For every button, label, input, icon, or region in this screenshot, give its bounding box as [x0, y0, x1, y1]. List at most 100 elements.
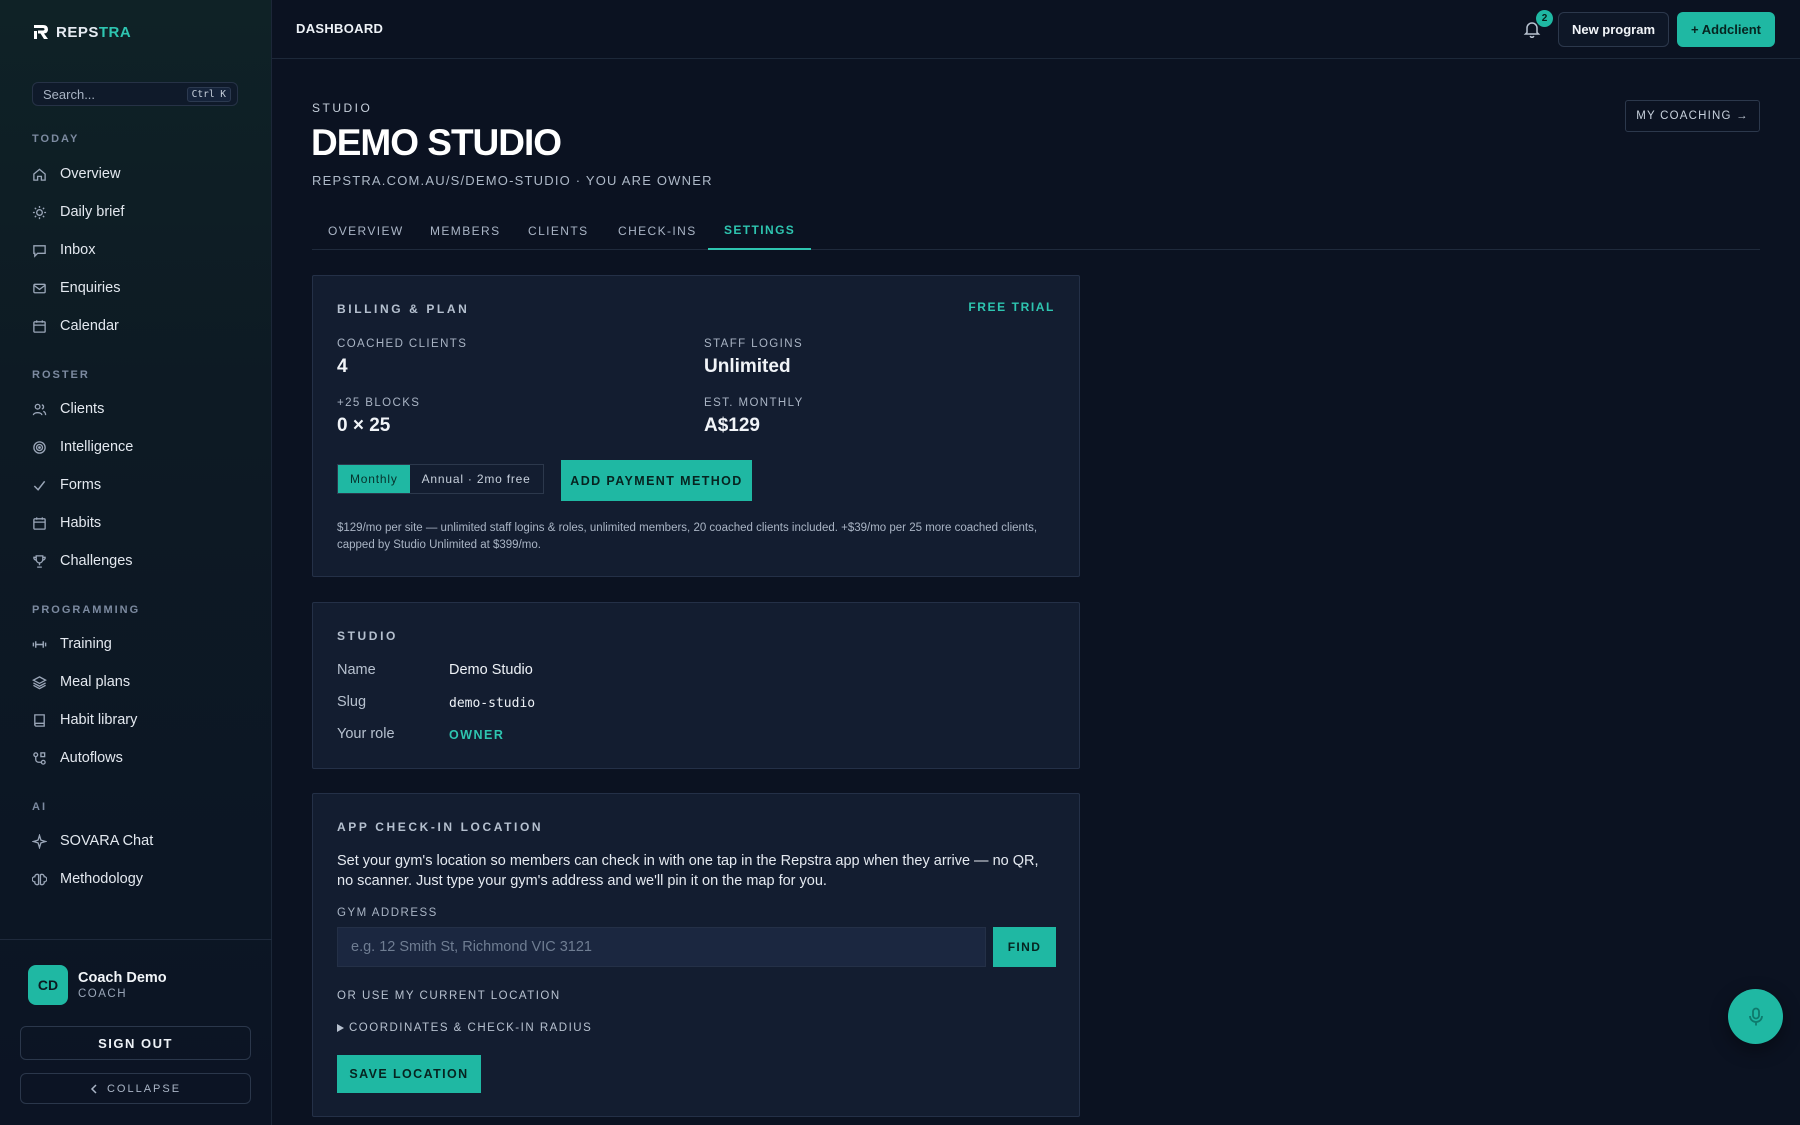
sign-out-button[interactable]: SIGN OUT	[20, 1026, 251, 1060]
sidebar-item-intelligence[interactable]: Intelligence	[32, 432, 252, 462]
layers-icon	[32, 675, 47, 690]
sidebar-item-label: Calendar	[60, 318, 119, 334]
sidebar-item-label: Habit library	[60, 712, 138, 728]
page-title: DEMO STUDIO	[311, 122, 562, 163]
caret-right-icon	[337, 1024, 344, 1032]
chevron-left-icon	[90, 1083, 97, 1094]
sidebar-item-overview[interactable]: Overview	[32, 159, 252, 189]
sparkle-icon	[32, 833, 47, 849]
billing-note: $129/mo per site — unlimited staff login…	[337, 522, 1038, 551]
studio-card-title: STUDIO	[337, 629, 398, 643]
location-description: Set your gym's location so members can c…	[337, 853, 1039, 889]
sidebar-item-label: Training	[60, 636, 112, 652]
sidebar-item-challenges[interactable]: Challenges	[32, 546, 252, 576]
sun-icon	[32, 205, 47, 220]
monthly-option[interactable]: Monthly	[338, 465, 410, 493]
user-card[interactable]: CD Coach Demo COACH	[28, 965, 167, 1005]
sidebar-item-label: Clients	[60, 401, 105, 417]
sidebar-item-sovara-chat[interactable]: SOVARA Chat	[32, 826, 252, 856]
stat-value-est-monthly: A$129	[704, 415, 760, 436]
tab-members[interactable]: MEMBERS	[414, 212, 516, 250]
billing-title: BILLING & PLAN	[337, 302, 470, 316]
sidebar-item-label: Intelligence	[60, 439, 134, 455]
sidebar-item-daily-brief[interactable]: Daily brief	[32, 197, 252, 227]
sidebar-item-label: Forms	[60, 477, 102, 493]
tab-check-ins[interactable]: CHECK-INS	[602, 212, 713, 250]
notification-badge: 2	[1536, 10, 1553, 27]
stat-value-staff-logins: Unlimited	[704, 356, 791, 377]
sidebar-item-clients[interactable]: Clients	[32, 394, 252, 424]
sidebar-item-meal-plans[interactable]: Meal plans	[32, 667, 252, 697]
stat-value-blocks: 0 × 25	[337, 415, 391, 436]
find-button[interactable]: FIND	[993, 927, 1056, 967]
plan-badge: FREE TRIAL	[968, 300, 1055, 314]
coordinates-toggle-label: COORDINATES & CHECK-IN RADIUS	[349, 1022, 593, 1034]
trophy-icon	[32, 554, 47, 569]
tab-overview[interactable]: OVERVIEW	[312, 212, 420, 250]
sidebar-item-enquiries[interactable]: Enquiries	[32, 273, 252, 303]
brand-name: REPSTRA	[56, 23, 132, 41]
my-coaching-button[interactable]: MY COACHING →	[1625, 100, 1760, 132]
tab-bar: OVERVIEW MEMBERS CLIENTS CHECK-INS SETTI…	[312, 212, 1760, 250]
sidebar-item-methodology[interactable]: Methodology	[32, 864, 252, 894]
nav-section-ai: AI	[32, 801, 47, 813]
sidebar-item-forms[interactable]: Forms	[32, 470, 252, 500]
sidebar-divider	[0, 939, 272, 940]
stat-label: COACHED CLIENTS	[337, 338, 468, 350]
new-program-button[interactable]: New program	[1558, 12, 1669, 47]
user-name: Coach Demo	[78, 970, 167, 986]
annual-option[interactable]: Annual · 2mo free	[410, 465, 543, 493]
brand-logo[interactable]: REPSTRA	[32, 23, 131, 41]
top-bar: DASHBOARD 2 New program + Addclient	[272, 0, 1800, 59]
sidebar-item-habits[interactable]: Habits	[32, 508, 252, 538]
stat-label: EST. MONTHLY	[704, 397, 804, 409]
sidebar-item-inbox[interactable]: Inbox	[32, 235, 252, 265]
sidebar-item-training[interactable]: Training	[32, 629, 252, 659]
users-icon	[32, 402, 47, 417]
home-icon	[32, 167, 47, 182]
location-card: APP CHECK-IN LOCATION Set your gym's loc…	[312, 793, 1080, 1117]
search-placeholder: Search...	[43, 86, 96, 102]
dumbbell-icon	[32, 637, 47, 652]
microphone-icon	[1748, 1007, 1763, 1025]
sidebar-item-label: Enquiries	[60, 280, 121, 296]
mail-icon	[32, 281, 47, 296]
user-role: COACH	[78, 988, 128, 1000]
nav-section-programming: PROGRAMMING	[32, 604, 141, 616]
page-subtitle: REPSTRA.COM.AU/S/DEMO-STUDIO · YOU ARE O…	[312, 173, 713, 188]
coordinates-toggle[interactable]: COORDINATES & CHECK-IN RADIUS	[337, 1022, 592, 1034]
save-location-button[interactable]: SAVE LOCATION	[337, 1055, 481, 1093]
calendar-icon	[32, 319, 47, 334]
sidebar-item-autoflows[interactable]: Autoflows	[32, 743, 252, 773]
tab-clients[interactable]: CLIENTS	[512, 212, 604, 250]
sidebar-item-label: Habits	[60, 515, 102, 531]
add-payment-method-button[interactable]: ADD PAYMENT METHOD	[561, 460, 752, 501]
chat-icon	[32, 243, 47, 258]
location-card-title: APP CHECK-IN LOCATION	[337, 820, 544, 834]
repstra-logo-icon	[34, 25, 48, 39]
sidebar-item-label: Daily brief	[60, 204, 125, 220]
page-eyebrow: STUDIO	[312, 101, 373, 115]
book-icon	[32, 713, 47, 728]
gym-address-input[interactable]	[337, 927, 986, 967]
search-input[interactable]: Search... Ctrl K	[32, 82, 238, 106]
nav-section-today: TODAY	[32, 133, 80, 145]
add-client-button[interactable]: + Addclient	[1677, 12, 1775, 47]
breadcrumb[interactable]: DASHBOARD	[296, 21, 383, 36]
role-label: Your role	[337, 726, 395, 742]
billing-period-toggle: Monthly Annual · 2mo free	[337, 464, 544, 494]
name-label: Name	[337, 662, 376, 678]
studio-card: STUDIO Name Demo Studio Slug demo-studio…	[312, 602, 1080, 769]
voice-assistant-button[interactable]	[1728, 989, 1783, 1044]
tab-settings[interactable]: SETTINGS	[708, 212, 812, 250]
collapse-button[interactable]: COLLAPSE	[20, 1073, 251, 1104]
sidebar-item-habit-library[interactable]: Habit library	[32, 705, 252, 735]
sidebar-item-calendar[interactable]: Calendar	[32, 311, 252, 341]
gym-address-label: GYM ADDRESS	[337, 907, 438, 919]
sidebar-item-label: Meal plans	[60, 674, 131, 690]
avatar: CD	[28, 965, 68, 1005]
sidebar: REPSTRA Search... Ctrl K TODAY Overview …	[0, 0, 272, 1125]
calendar-icon	[32, 516, 47, 531]
collapse-label: COLLAPSE	[106, 1082, 182, 1095]
use-current-location-link[interactable]: OR USE MY CURRENT LOCATION	[337, 990, 561, 1002]
